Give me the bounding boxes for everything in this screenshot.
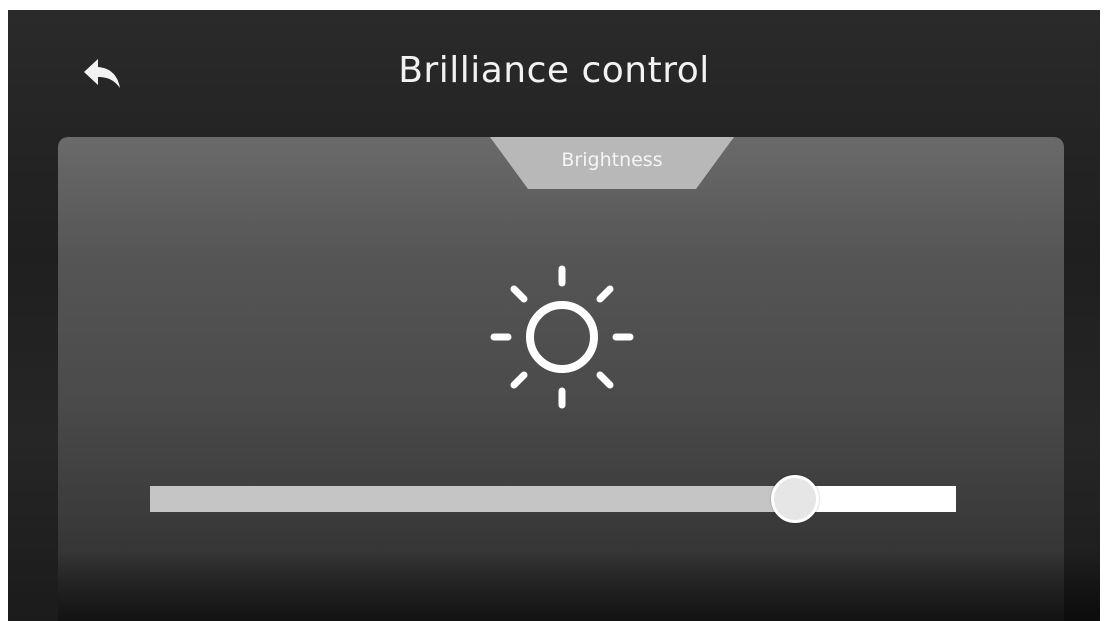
page-title: Brilliance control	[398, 50, 710, 91]
slider-fill	[150, 486, 795, 512]
brightness-panel: Brightness	[58, 137, 1100, 621]
bottom-shadow	[58, 551, 1100, 621]
brilliance-screen: Brilliance control Brightness	[8, 10, 1100, 621]
brightness-slider[interactable]	[150, 475, 958, 523]
slider-track[interactable]	[150, 486, 956, 512]
tab-brightness[interactable]: Brightness	[490, 137, 734, 189]
sun-brightness-icon	[490, 265, 634, 409]
tab-label: Brightness	[561, 149, 663, 171]
title-bar: Brilliance control	[8, 10, 1100, 130]
slider-thumb[interactable]	[770, 475, 819, 523]
